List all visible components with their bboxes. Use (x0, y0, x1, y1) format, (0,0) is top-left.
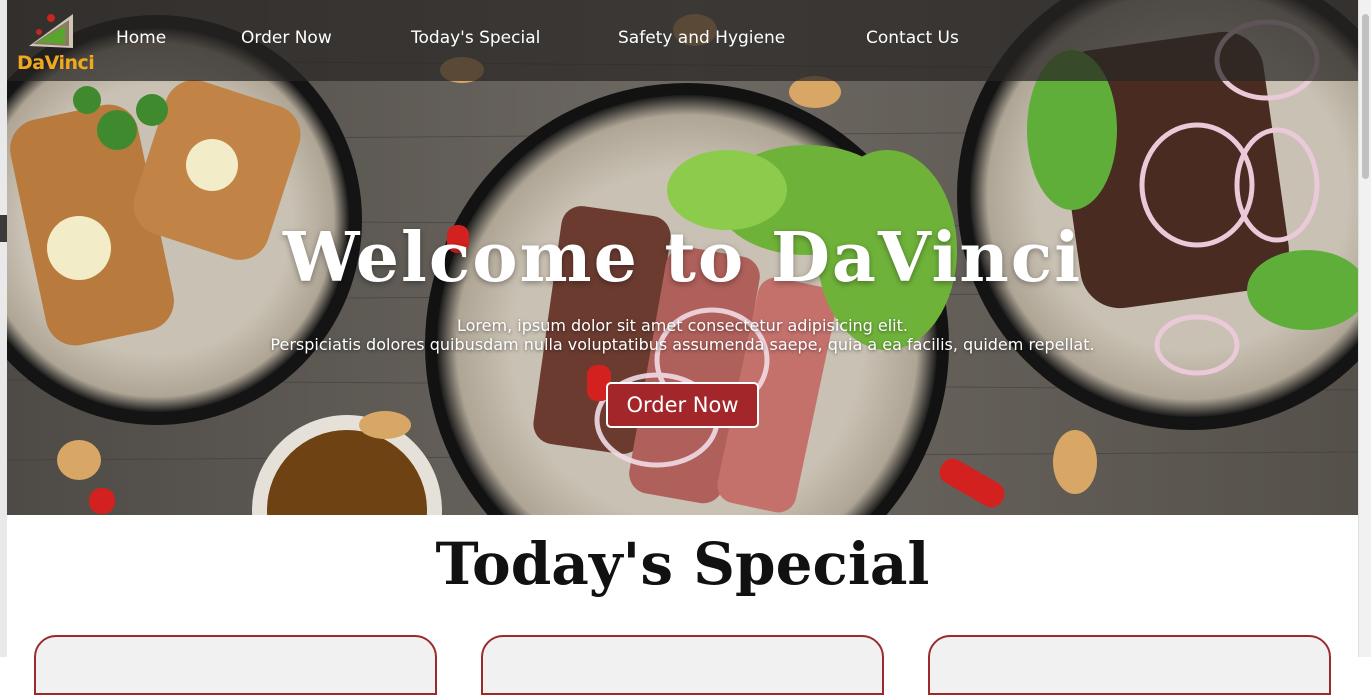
edge-marker (0, 215, 7, 242)
nav-home[interactable]: Home (116, 28, 166, 48)
todays-special-heading: Today's Special (435, 530, 930, 598)
page-scrollbar[interactable] (1358, 0, 1371, 657)
nav-contact-us[interactable]: Contact Us (866, 28, 959, 48)
special-card[interactable] (481, 635, 884, 695)
hero-title: Welcome to DaVinci (282, 218, 1083, 298)
top-navbar: DaVinci Home Order Now Today's Special S… (7, 0, 1358, 81)
browser-edge (0, 0, 7, 657)
davinci-logo[interactable]: DaVinci (15, 8, 95, 78)
scrollbar-thumb[interactable] (1362, 14, 1369, 179)
hero-subtitle-line-2: Perspiciatis dolores quibusdam nulla vol… (270, 335, 1095, 354)
nav-order-now[interactable]: Order Now (241, 28, 332, 48)
special-card[interactable] (928, 635, 1331, 695)
order-now-button[interactable]: Order Now (606, 382, 759, 428)
nav-safety-hygiene[interactable]: Safety and Hygiene (618, 28, 785, 48)
logo-text: DaVinci (17, 52, 95, 74)
hero-banner: DaVinci Home Order Now Today's Special S… (7, 0, 1358, 515)
hero-subtitle-line-1: Lorem, ipsum dolor sit amet consectetur … (457, 316, 908, 335)
nav-todays-special[interactable]: Today's Special (411, 28, 540, 48)
sandwich-icon (29, 14, 73, 48)
special-card[interactable] (34, 635, 437, 695)
